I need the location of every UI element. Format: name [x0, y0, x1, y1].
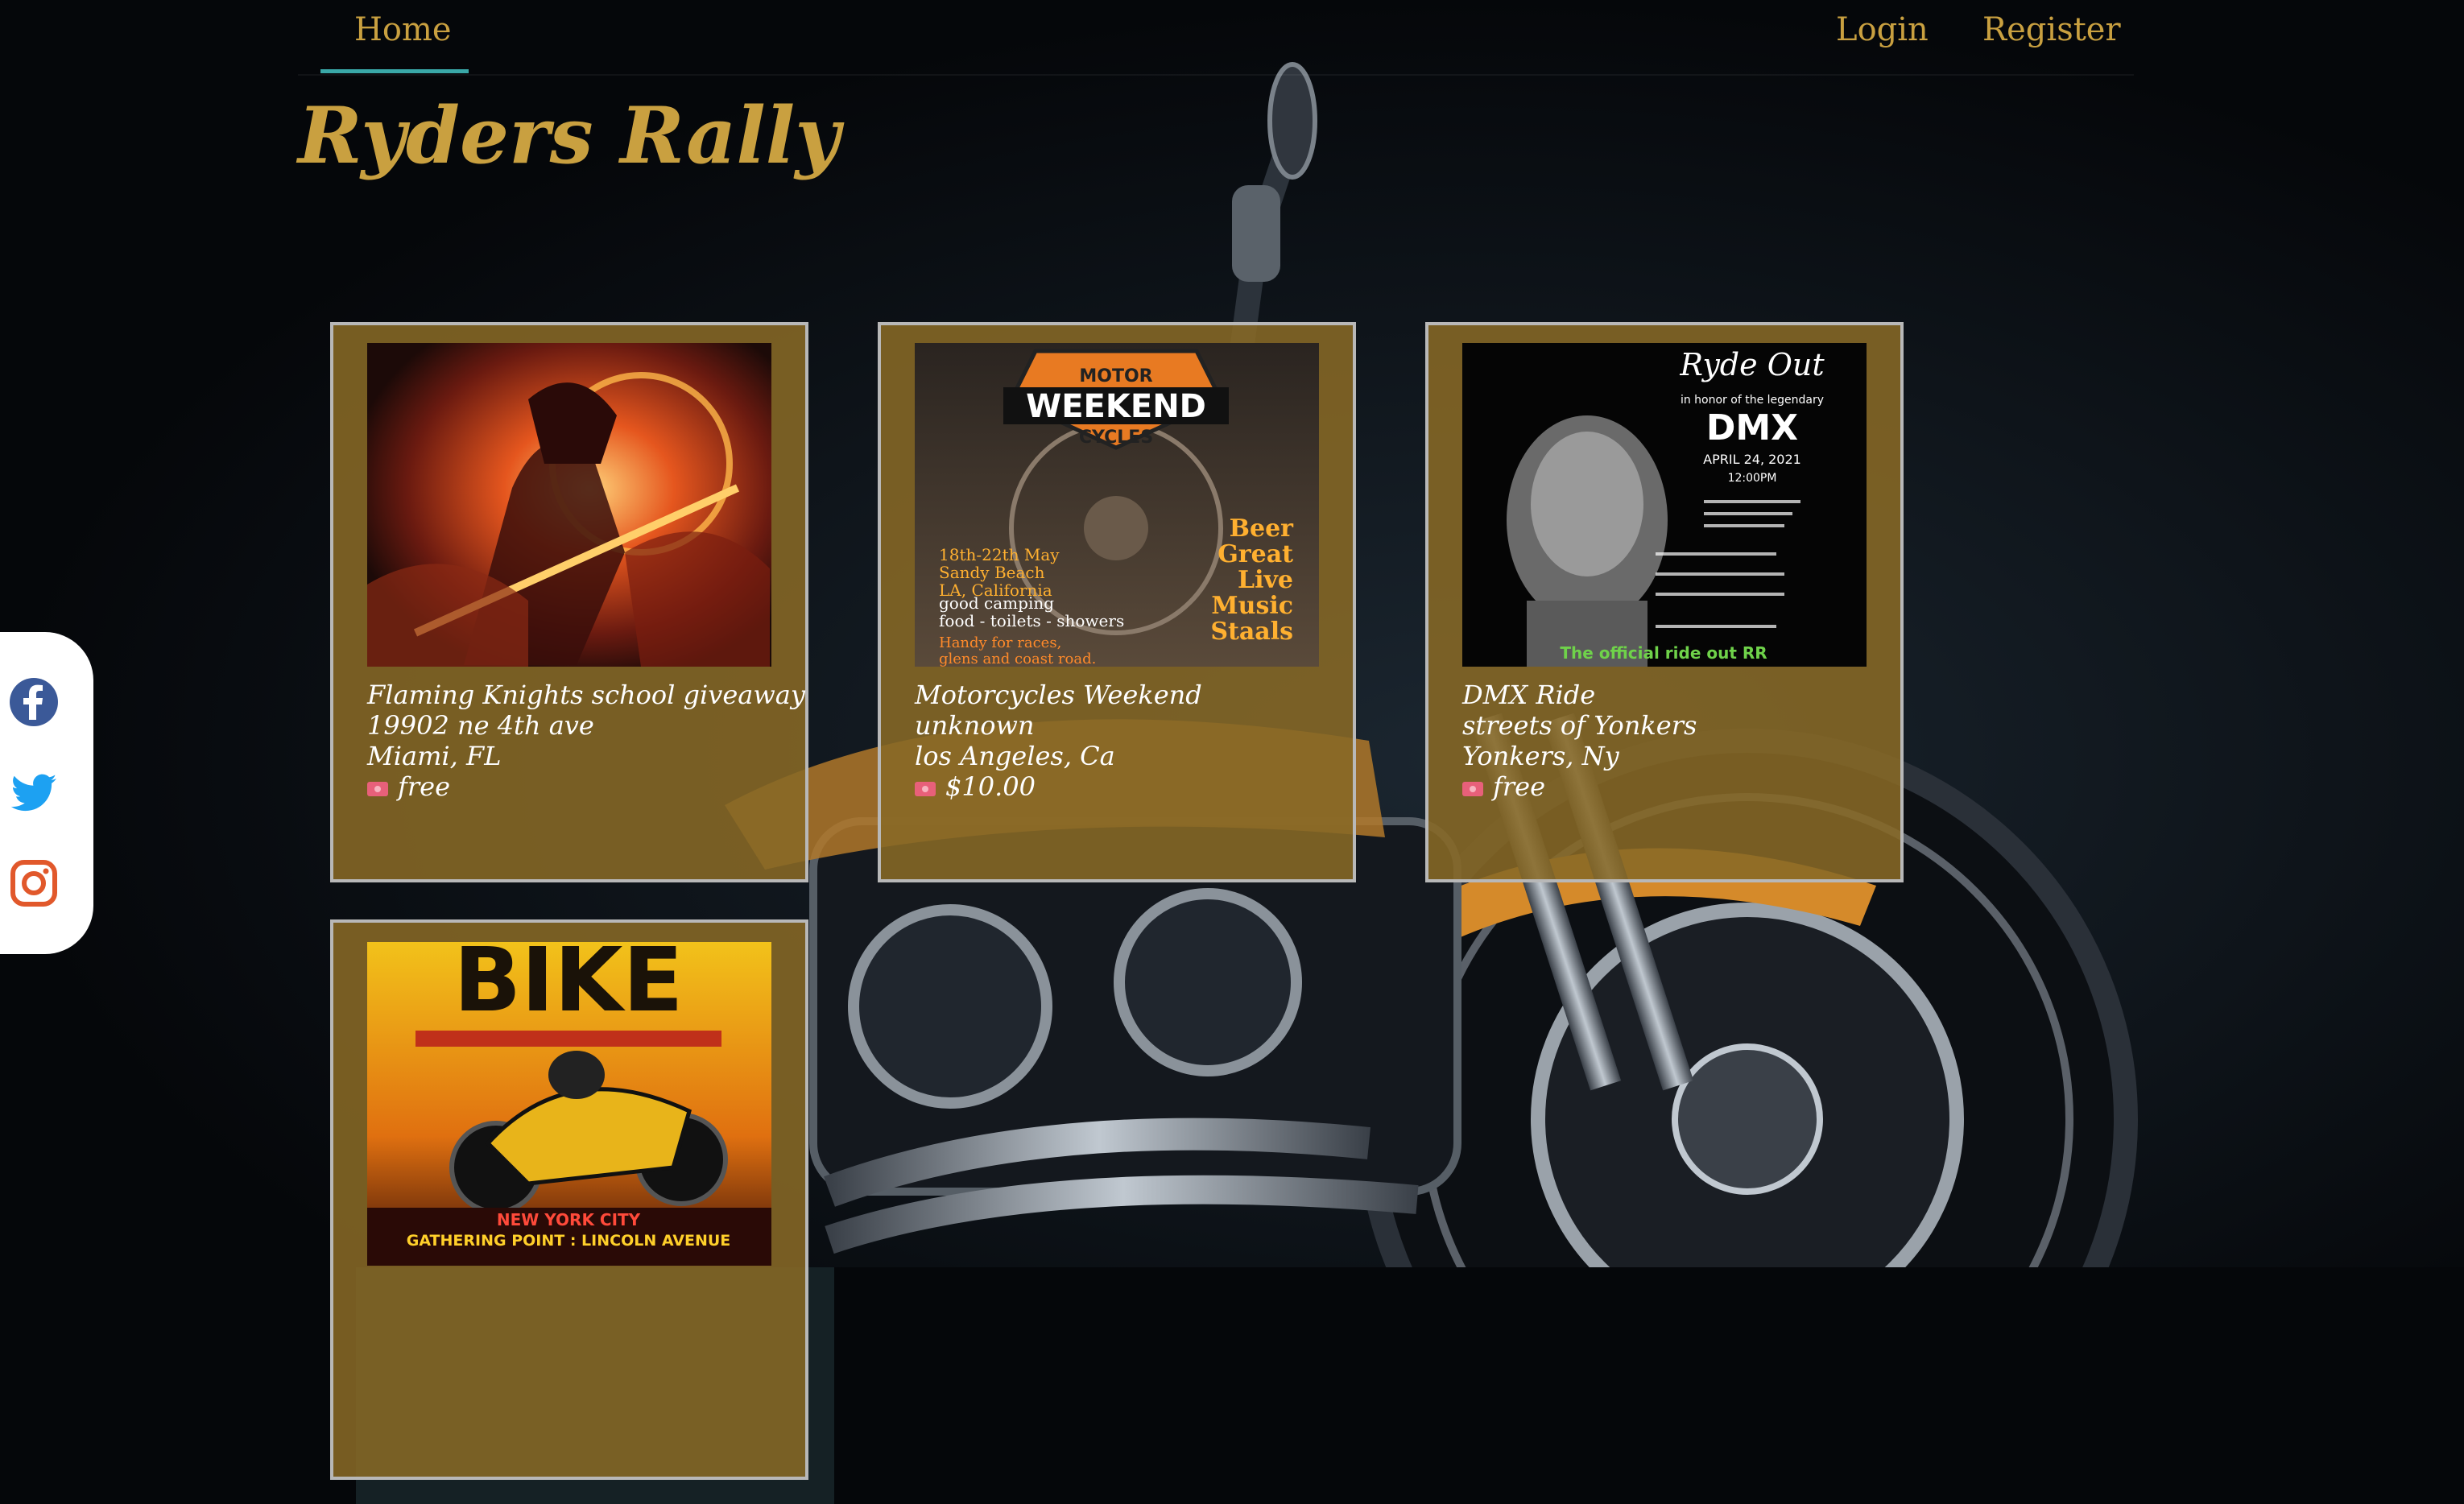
nav-home-link[interactable]: Home: [354, 11, 452, 48]
event-card[interactable]: Flaming Knights school giveaway 19902 ne…: [330, 322, 834, 907]
site-title: Ryders Rally: [298, 90, 841, 181]
event-address: streets of Yonkers: [1462, 710, 1697, 741]
event-card[interactable]: Ryde Out in honor of the legendary DMX A…: [1425, 322, 1929, 907]
nav-login-link[interactable]: Login: [1836, 11, 1929, 48]
ticket-icon: [367, 781, 388, 796]
poster-dmx: DMX: [1706, 407, 1798, 448]
event-city: Yonkers, Ny: [1462, 741, 1619, 771]
event-price: $10.00: [945, 771, 1036, 802]
event-poster-image: Ryde Out in honor of the legendary DMX A…: [1462, 343, 1867, 667]
poster-gathering: GATHERING POINT : LINCOLN AVENUE: [407, 1232, 731, 1250]
poster-city: NEW YORK CITY: [497, 1210, 641, 1229]
event-details: Flaming Knights school giveaway 19902 ne…: [367, 680, 805, 802]
nav-register-link[interactable]: Register: [1982, 11, 2121, 48]
facebook-icon[interactable]: [8, 676, 60, 728]
event-address: 19902 ne 4th ave: [367, 710, 594, 741]
top-navbar: Home Login Register: [298, 0, 2134, 76]
poster-sub: in honor of the legendary: [1681, 394, 1824, 407]
poster-dates: 18th-22th May Sandy Beach LA, California: [939, 545, 1060, 600]
event-name: Flaming Knights school giveaway: [367, 680, 805, 710]
twitter-icon[interactable]: [8, 767, 60, 819]
ticket-icon: [1462, 781, 1483, 796]
poster-time: 12:00PM: [1728, 472, 1777, 485]
event-card[interactable]: BIKE NEW YORK CITY GATHERING POINT : LIN…: [330, 919, 834, 1504]
poster-date: APRIL 24, 2021: [1703, 452, 1801, 467]
instagram-icon[interactable]: [8, 857, 60, 909]
active-tab-underline: [320, 69, 469, 73]
event-name: DMX Ride: [1462, 680, 1596, 710]
poster-badge-bottom: CYCLES: [1079, 428, 1153, 448]
event-poster-image: [367, 343, 771, 667]
event-poster-image: MOTOR WEEKEND CYCLES 18th-22th May Sandy …: [915, 343, 1319, 667]
poster-header: Ryde Out: [1679, 347, 1825, 382]
event-name: Motorcycles Weekend: [915, 680, 1202, 710]
social-sidebar: [0, 632, 93, 954]
ticket-icon: [915, 781, 936, 796]
event-price: free: [398, 771, 451, 802]
event-city: Miami, FL: [367, 741, 502, 771]
poster-footer: The official ride out RR: [1560, 643, 1767, 663]
event-address: unknown: [915, 710, 1035, 741]
poster-bike-title: BIKE: [453, 942, 683, 1031]
event-city: los Angeles, Ca: [915, 741, 1115, 771]
poster-badge-main: WEEKEND: [1026, 388, 1206, 425]
event-card[interactable]: MOTOR WEEKEND CYCLES 18th-22th May Sandy …: [878, 322, 1382, 907]
event-details: DMX Ride streets of Yonkers Yonkers, Ny …: [1462, 680, 1697, 802]
poster-badge-top: MOTOR: [1079, 366, 1152, 386]
event-poster-image: BIKE NEW YORK CITY GATHERING POINT : LIN…: [367, 942, 771, 1266]
event-details: Motorcycles Weekend unknown los Angeles,…: [915, 680, 1202, 802]
event-price: free: [1493, 771, 1546, 802]
